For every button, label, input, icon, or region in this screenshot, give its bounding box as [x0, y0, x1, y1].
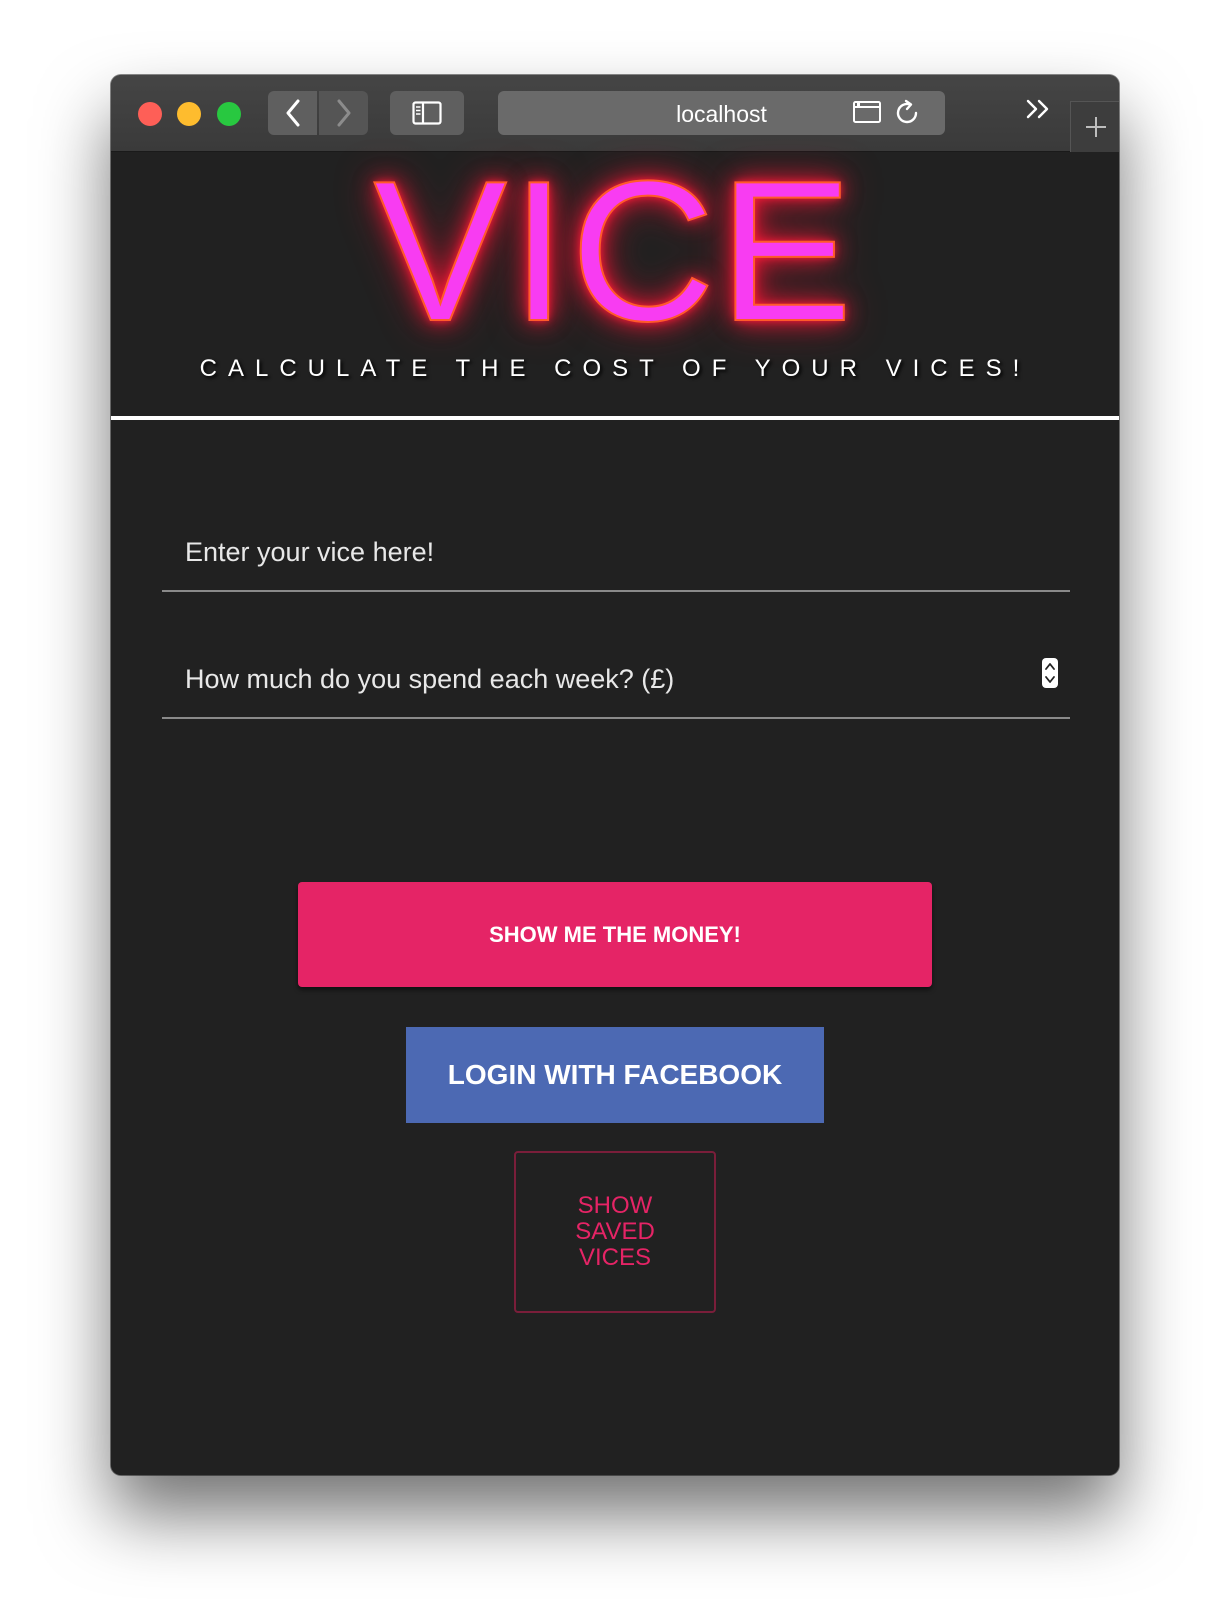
weekly-spend-field [162, 647, 1070, 719]
sidebar-toggle-button[interactable] [390, 91, 464, 135]
number-stepper[interactable] [1042, 658, 1058, 688]
stepper-arrows-icon [1045, 663, 1055, 683]
chevron-left-icon [286, 99, 299, 127]
header-divider [111, 416, 1119, 420]
login-with-facebook-button[interactable]: LOGIN WITH FACEBOOK [406, 1027, 824, 1123]
show-saved-vices-button[interactable]: SHOW SAVED VICES [514, 1151, 716, 1313]
show-me-the-money-button[interactable]: SHOW ME THE MONEY! [298, 882, 932, 987]
forward-button[interactable] [319, 91, 368, 135]
plus-icon [1085, 117, 1106, 137]
browser-window: localhost VICE CALCULATE THE COST OF YOU… [111, 75, 1119, 1475]
chevron-right-icon [337, 99, 350, 127]
double-chevron-right-icon[interactable] [1025, 97, 1051, 121]
page-tagline: CALCULATE THE COST OF YOUR VICES! [199, 355, 1031, 382]
zoom-window-button[interactable] [217, 102, 241, 126]
vice-input[interactable] [183, 536, 1007, 569]
tab-overview-icon[interactable] [852, 99, 882, 125]
reload-icon[interactable] [894, 99, 922, 127]
minimize-window-button[interactable] [177, 102, 201, 126]
close-window-button[interactable] [138, 102, 162, 126]
vice-logo: VICE [373, 140, 857, 363]
page-content: VICE CALCULATE THE COST OF YOUR VICES! S… [111, 140, 1119, 1475]
address-bar[interactable]: localhost [498, 91, 945, 135]
weekly-spend-input[interactable] [183, 663, 1007, 696]
new-tab-button[interactable] [1070, 101, 1119, 152]
show-saved-vices-label: SHOW SAVED VICES [575, 1192, 655, 1271]
sidebar-icon [412, 101, 442, 125]
vice-field [162, 520, 1070, 592]
back-button[interactable] [268, 91, 317, 135]
